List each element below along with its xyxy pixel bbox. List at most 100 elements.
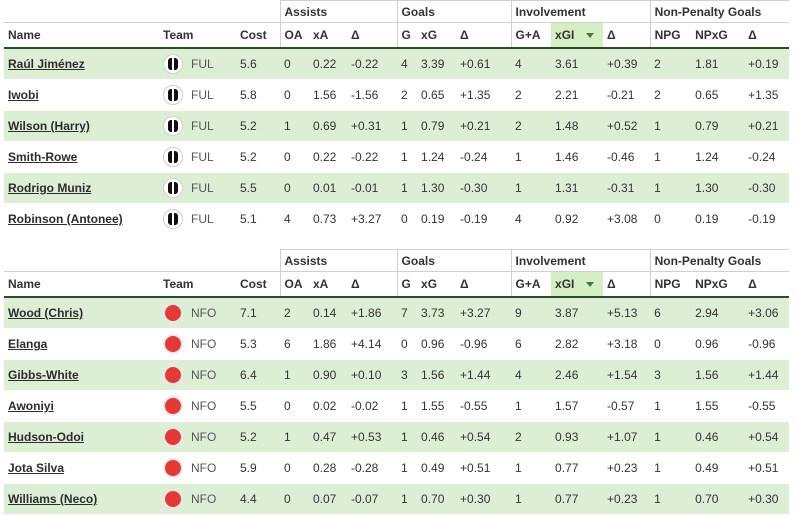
stat-cell-d3: +3.18 [603, 328, 651, 360]
column-header-oa[interactable]: OA [279, 271, 309, 298]
table-row: Wilson (Harry) FUL 5.2 1 0.69 +0.31 1 0.79 +0.21… [4, 110, 790, 142]
stat-cell-xgi: 3.87 [551, 297, 604, 329]
stat-cell-d4: -0.24 [744, 141, 790, 173]
stat-cell-d3: +0.52 [603, 110, 651, 142]
column-header-xgi[interactable]: xGI [551, 271, 604, 298]
player-name-link[interactable]: Raúl Jiménez [4, 48, 159, 80]
column-header-d4[interactable]: Δ [744, 271, 790, 298]
stat-cell-d1: -0.07 [347, 483, 398, 515]
column-header-xg[interactable]: xG [417, 271, 457, 298]
column-header-d2[interactable]: Δ [456, 271, 512, 298]
fulham-kit-icon [163, 54, 183, 74]
fulham-kit-icon [163, 147, 183, 167]
group-header-goals: Goals [396, 0, 512, 23]
stat-cell-d4: -0.19 [744, 203, 790, 235]
stat-cell-d2: -0.96 [456, 328, 512, 360]
stat-cell-d4: -0.30 [744, 172, 790, 204]
stat-cell-npxg: 1.81 [691, 48, 745, 80]
column-header-oa[interactable]: OA [279, 22, 309, 49]
stat-cell-g: 1 [397, 483, 418, 515]
team-cell: FUL [163, 85, 233, 105]
stat-cell-xgi: 1.48 [551, 110, 604, 142]
stat-cell-oa: 6 [280, 328, 309, 360]
player-name-link[interactable]: Wilson (Harry) [4, 110, 159, 142]
column-header-d2[interactable]: Δ [456, 22, 512, 49]
stat-cell-xa: 0.73 [309, 203, 347, 235]
column-header-npg[interactable]: NPG [649, 22, 692, 49]
team-code: FUL [191, 119, 214, 133]
column-header-d3[interactable]: Δ [603, 271, 651, 298]
column-header-name[interactable]: Name [4, 271, 159, 298]
stat-cell-ga: 2 [511, 110, 552, 142]
player-name-link[interactable]: Iwobi [4, 79, 159, 111]
column-header-d1[interactable]: Δ [347, 271, 398, 298]
stat-cell-npxg: 1.55 [691, 390, 745, 422]
column-header-npg[interactable]: NPG [649, 271, 692, 298]
stat-cell-d1: -0.02 [347, 390, 398, 422]
forest-kit-icon [163, 365, 183, 385]
stat-cell-xa: 0.90 [309, 359, 347, 391]
stat-cell-npxg: 0.79 [691, 110, 745, 142]
team-code: FUL [191, 181, 214, 195]
stat-cell-d3: -0.31 [603, 172, 651, 204]
player-name-link[interactable]: Williams (Neco) [4, 483, 159, 515]
column-header-ga[interactable]: G+A [510, 271, 552, 298]
stat-cell-cost: 5.2 [236, 421, 280, 453]
stat-cell-oa: 1 [280, 421, 309, 453]
column-header-xa[interactable]: xA [309, 271, 347, 298]
player-name-link[interactable]: Hudson-Odoi [4, 421, 159, 453]
column-header-cost[interactable]: Cost [236, 22, 280, 49]
column-header-d3[interactable]: Δ [603, 22, 651, 49]
column-header-name[interactable]: Name [4, 22, 159, 49]
player-name-link[interactable]: Rodrigo Muniz [4, 172, 159, 204]
team-cell: FUL [163, 116, 233, 136]
player-name-link[interactable]: Smith-Rowe [4, 141, 159, 173]
column-header-npxg[interactable]: NPxG [691, 271, 745, 298]
player-name-link[interactable]: Jota Silva [4, 452, 159, 484]
player-name-link[interactable]: Robinson (Antonee) [4, 203, 159, 235]
team-code: NFO [191, 306, 217, 320]
stat-cell-d2: +0.51 [456, 452, 512, 484]
column-header-ga[interactable]: G+A [510, 22, 552, 49]
column-header-d1[interactable]: Δ [347, 22, 398, 49]
stat-cell-d4: +0.19 [744, 48, 790, 80]
team-code: NFO [191, 461, 217, 475]
team-column: FUL [159, 79, 236, 111]
player-name-link[interactable]: Awoniyi [4, 390, 159, 422]
player-name-link[interactable]: Elanga [4, 328, 159, 360]
stat-cell-ga: 4 [511, 359, 552, 391]
column-header-cost[interactable]: Cost [236, 271, 280, 298]
stat-cell-ga: 1 [511, 452, 552, 484]
stat-cell-xg: 1.30 [417, 172, 457, 204]
stat-cell-xg: 0.19 [417, 203, 457, 235]
column-header-xa[interactable]: xA [309, 22, 347, 49]
stat-cell-d4: +1.44 [744, 359, 790, 391]
stat-cell-g: 1 [397, 390, 418, 422]
stat-cell-xg: 0.70 [417, 483, 457, 515]
column-header-xgi[interactable]: xGI [551, 22, 604, 49]
column-header-npxg[interactable]: NPxG [691, 22, 745, 49]
stat-cell-xa: 0.47 [309, 421, 347, 453]
team-column: NFO [159, 359, 236, 391]
stat-cell-d2: -0.19 [456, 203, 512, 235]
column-header-team[interactable]: Team [159, 22, 236, 49]
column-header-g[interactable]: G [396, 22, 418, 49]
team-code: NFO [191, 368, 217, 382]
stat-cell-npxg: 1.24 [691, 141, 745, 173]
player-name-link[interactable]: Gibbs-White [4, 359, 159, 391]
stat-cell-xgi: 1.31 [551, 172, 604, 204]
stat-cell-d3: +0.23 [603, 483, 651, 515]
team-cell: NFO [163, 334, 233, 354]
column-header-team[interactable]: Team [159, 271, 236, 298]
stat-cell-npg: 3 [650, 359, 692, 391]
stat-cell-xgi: 2.21 [551, 79, 604, 111]
table-row: Awoniyi NFO 5.5 0 0.02 -0.02 1 1.55 -0.55 1 1.57 -0… [4, 390, 790, 422]
column-header-d4[interactable]: Δ [744, 22, 790, 49]
forest-kit-icon [163, 489, 183, 509]
stat-cell-d1: +1.86 [347, 297, 398, 329]
column-header-g[interactable]: G [396, 271, 418, 298]
forest-kit-icon [163, 303, 183, 323]
column-header-xg[interactable]: xG [417, 22, 457, 49]
column-header-label: xGI [555, 277, 575, 291]
player-name-link[interactable]: Wood (Chris) [4, 297, 159, 329]
